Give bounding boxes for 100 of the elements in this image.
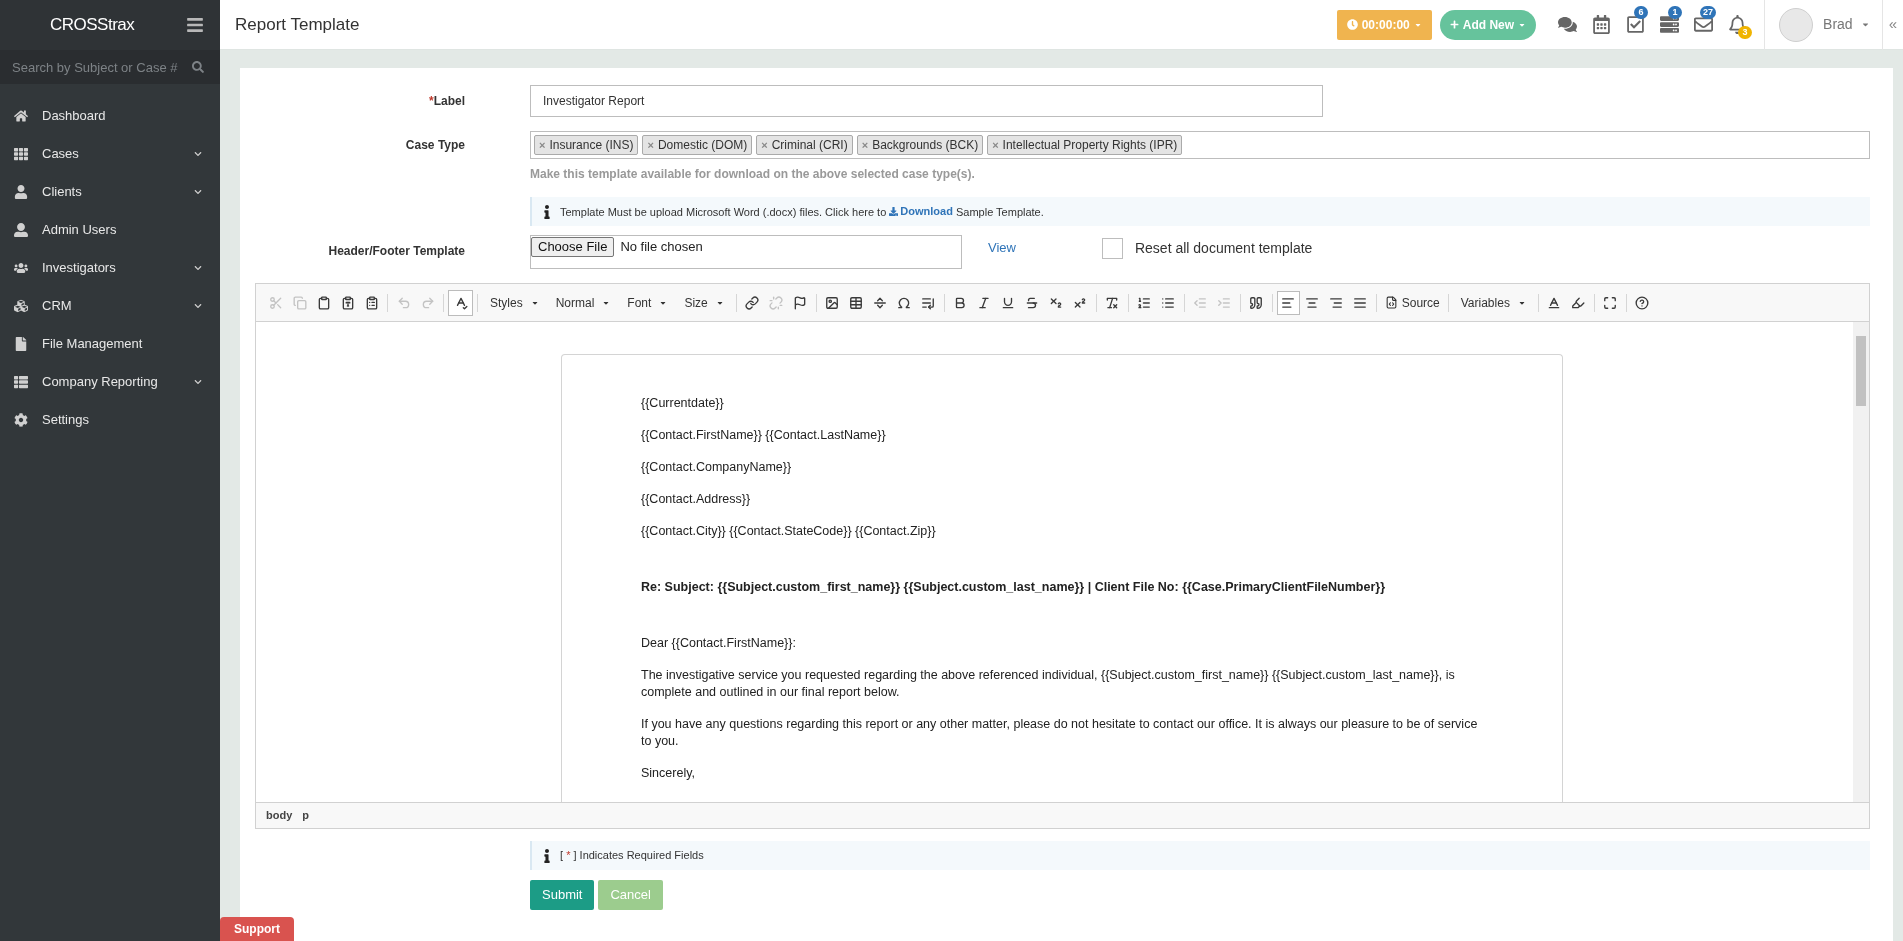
strikethrough-icon: [1025, 295, 1040, 310]
underline-icon: [1001, 295, 1016, 310]
checkbox-icon: [1625, 15, 1645, 34]
sidebar-item[interactable]: Company Reporting: [0, 363, 220, 401]
caret-icon: [1860, 20, 1870, 29]
image-icon: [825, 295, 840, 310]
download-link[interactable]: Download: [889, 202, 953, 220]
field-label: *Label: [428, 93, 465, 110]
unlink-icon: [769, 295, 784, 310]
clipboard-list-icon: [364, 295, 379, 310]
omega-icon: [897, 295, 912, 310]
subscript-icon: [1049, 295, 1064, 310]
menu-icon: [186, 16, 204, 34]
scrollbar[interactable]: [1853, 322, 1869, 802]
code-file-icon: [1384, 296, 1398, 309]
quote-icon: [1249, 295, 1264, 310]
collapse-button[interactable]: «: [1882, 13, 1903, 36]
user-menu[interactable]: Brad: [1823, 14, 1870, 35]
case-type-field[interactable]: × Insurance (INS) × Domestic (DOM) × Criminal (CRI) × Backgrounds (BCK) × Intellectual Property Rights (IPR): [530, 131, 1870, 159]
label-input[interactable]: Investigator Report: [530, 85, 1323, 117]
download-icon: [889, 206, 899, 216]
users-icon: [14, 261, 28, 275]
scissors-icon: [268, 295, 283, 310]
file-status: No file chosen: [620, 238, 703, 256]
support-button[interactable]: Support: [220, 917, 294, 941]
clock-icon: [1346, 19, 1358, 30]
view-link[interactable]: View: [988, 238, 1016, 258]
sidebar-item[interactable]: Investigators: [0, 249, 220, 287]
field-label: Header/Footer Template: [327, 243, 465, 260]
sidebar-item[interactable]: CRM: [0, 287, 220, 325]
sidebar-item[interactable]: Admin Users: [0, 211, 220, 249]
table-icon: [849, 295, 864, 310]
grid-icon: [14, 147, 28, 161]
case-type-tag[interactable]: × Insurance (INS): [534, 135, 639, 155]
indent-icon: [1217, 295, 1232, 310]
user-icon: [14, 223, 28, 237]
count-badge: 1: [1668, 5, 1683, 19]
file-icon: [14, 337, 28, 351]
toolbar-dropdown[interactable]: Size: [676, 289, 732, 316]
envelope-icon: [1693, 15, 1713, 34]
case-type-tag[interactable]: × Intellectual Property Rights (IPR): [987, 135, 1183, 155]
highlighter-icon: [1571, 295, 1586, 310]
document-paragraph: {{Contact.FirstName}} {{Contact.LastName}}: [641, 427, 887, 444]
toolbar-dropdown[interactable]: Styles: [482, 289, 547, 316]
count-badge: 6: [1634, 5, 1649, 19]
sidebar-item[interactable]: File Management: [0, 325, 220, 363]
clipboard-text-icon: [340, 295, 355, 310]
list-icon: [14, 375, 28, 389]
document-paragraph: The investigative service you requested regarding the above referenced individual, {{Subject.custom_first_name}} {{Subject.custom_last_name}}, is complete and outlined in our final report below.: [641, 667, 1456, 701]
document-paragraph: {{Contact.Address}}: [641, 491, 752, 508]
choose-file-button[interactable]: Choose File: [531, 237, 615, 257]
maximize-icon: [1603, 295, 1618, 310]
clipboard-icon: [316, 295, 331, 310]
document-paragraph: Sincerely,: [641, 765, 696, 782]
search-icon: [192, 61, 204, 73]
italic-icon: [977, 295, 992, 310]
document-paragraph: Re: Subject: {{Subject.custom_first_name}} {{Subject.custom_last_name}} | Client File No: {{Case.PrimaryClientFileNumber}}: [641, 579, 1386, 596]
page-title: Report Template: [234, 13, 361, 36]
outdent-icon: [1193, 295, 1208, 310]
text-color-icon: [1547, 295, 1562, 310]
search-field[interactable]: Search by Subject or Case #: [0, 50, 220, 84]
toolbar-dropdown[interactable]: Font: [619, 289, 676, 316]
numbered-list-icon: [1137, 295, 1152, 310]
align-justify-icon: [1353, 295, 1368, 310]
case-type-tag[interactable]: × Domestic (DOM): [642, 135, 753, 155]
clear-format-icon: [1105, 295, 1120, 310]
file-input[interactable]: Choose File No file chosen: [530, 235, 962, 269]
info-text: Template Must be upload Microsoft Word (.docx) files. Click here to Download Sample Template.: [560, 202, 1044, 221]
field-label: Case Type: [404, 137, 465, 154]
case-type-tag[interactable]: × Backgrounds (BCK): [856, 135, 984, 155]
required-note: [ * ] Indicates Required Fields: [560, 848, 704, 864]
menu-button[interactable]: [186, 16, 204, 34]
document-paragraph: {{Contact.City}} {{Contact.StateCode}} {{Contact.Zip}}: [641, 523, 937, 540]
sidebar-item[interactable]: Dashboard: [0, 97, 220, 135]
case-type-tag[interactable]: × Criminal (CRI): [756, 135, 853, 155]
flag-icon: [793, 295, 808, 310]
document-paragraph: Dear {{Contact.FirstName}}:: [641, 635, 797, 652]
required-mark: *: [429, 94, 434, 108]
calendar-icon: [1591, 15, 1611, 34]
superscript-icon: [1073, 295, 1088, 310]
element-path[interactable]: body: [266, 807, 293, 824]
toolbar-dropdown[interactable]: Normal: [547, 289, 619, 316]
plus-icon: [1449, 20, 1459, 29]
stacked-bars-icon: [1659, 15, 1679, 34]
chat-bubbles-icon: [1557, 15, 1577, 34]
toolbar-dropdown[interactable]: Variables: [1452, 289, 1534, 316]
sidebar-item[interactable]: Clients: [0, 173, 220, 211]
sidebar-item[interactable]: Cases: [0, 135, 220, 173]
toolbar-button[interactable]: [1276, 290, 1300, 315]
sidebar-item[interactable]: Settings: [0, 401, 220, 439]
user-icon: [14, 185, 28, 199]
reset-checkbox[interactable]: [1101, 237, 1123, 259]
help-icon: [1635, 295, 1650, 310]
cubes-icon: [14, 299, 28, 313]
hint-text: Make this template available for download on the above selected case type(s).: [530, 166, 976, 183]
source-button[interactable]: Source: [1380, 289, 1444, 316]
bullet-list-icon: [1161, 295, 1176, 310]
bold-icon: [953, 295, 968, 310]
settings-icon: [14, 413, 28, 427]
element-path[interactable]: p: [302, 807, 309, 824]
